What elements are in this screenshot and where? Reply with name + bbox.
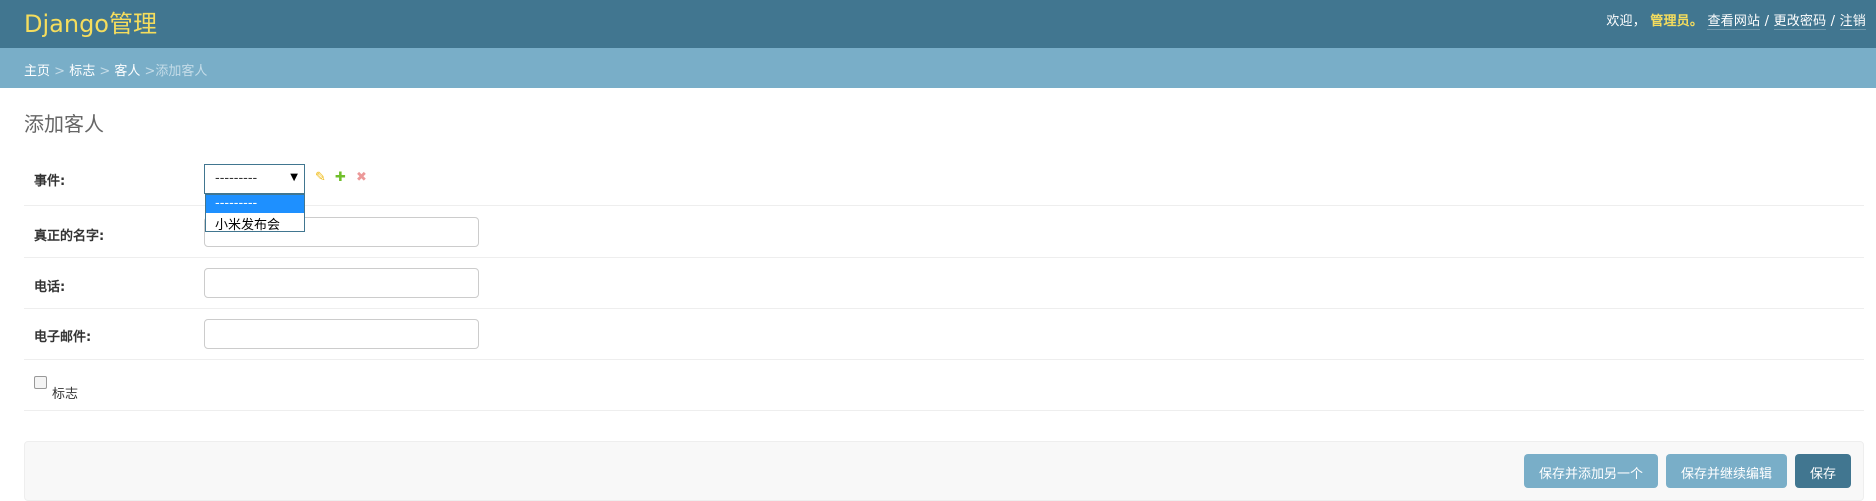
event-select[interactable]: --------- ▼ <box>204 164 305 194</box>
site-name[interactable]: Django管理 <box>24 4 157 39</box>
sign-checkbox[interactable] <box>34 376 47 389</box>
breadcrumb-separator: > <box>50 64 70 79</box>
breadcrumb-separator: > <box>95 64 115 79</box>
breadcrumb-current: 添加客人 <box>155 64 208 79</box>
email-label: 电子邮件: <box>34 330 92 345</box>
event-dropdown-list: --------- 小米发布会 <box>205 194 305 233</box>
breadcrumb-home[interactable]: 主页 <box>24 64 50 79</box>
breadcrumb: 主页 > 标志 > 客人 >添加客人 <box>0 48 1876 88</box>
pencil-icon[interactable]: ✎ <box>315 170 326 185</box>
user-tools-separator: / <box>1830 14 1840 29</box>
chevron-down-icon: ▼ <box>290 172 298 183</box>
user-tools: 欢迎， 管理员。 查看网站 / 更改密码 / 注销 <box>1606 10 1866 30</box>
header: Django管理 欢迎， 管理员。 查看网站 / 更改密码 / 注销 <box>0 0 1876 48</box>
x-icon[interactable]: ✖ <box>356 170 367 185</box>
submit-row: 保存并添加另一个 保存并继续编辑 保存 <box>24 441 1864 501</box>
welcome-text: 欢迎， <box>1606 14 1646 29</box>
event-label: 事件: <box>34 174 66 189</box>
save-continue-button[interactable]: 保存并继续编辑 <box>1666 454 1787 488</box>
form-row-sign: 标志 <box>24 360 1864 411</box>
logout-link[interactable]: 注销 <box>1839 14 1866 30</box>
change-password-link[interactable]: 更改密码 <box>1773 14 1827 30</box>
save-button[interactable]: 保存 <box>1795 454 1851 488</box>
breadcrumb-app[interactable]: 标志 <box>69 64 95 79</box>
realname-label: 真正的名字: <box>34 229 105 244</box>
plus-icon[interactable]: ✚ <box>335 170 346 185</box>
user-tools-separator: / <box>1764 14 1774 29</box>
save-add-another-button[interactable]: 保存并添加另一个 <box>1524 454 1658 488</box>
email-input[interactable] <box>204 319 479 349</box>
event-select-value: --------- <box>215 171 258 186</box>
breadcrumb-separator: > <box>140 64 156 79</box>
page-title: 添加客人 <box>24 112 104 136</box>
sign-label: 标志 <box>52 387 79 402</box>
phone-label: 电话: <box>34 280 66 295</box>
form-row-email: 电子邮件: <box>24 309 1864 360</box>
view-site-link[interactable]: 查看网站 <box>1707 14 1761 30</box>
form-row-phone: 电话: <box>24 258 1864 309</box>
username: 管理员。 <box>1650 14 1704 29</box>
phone-input[interactable] <box>204 268 479 298</box>
breadcrumb-model[interactable]: 客人 <box>114 64 140 79</box>
dropdown-option[interactable]: --------- <box>206 195 304 213</box>
dropdown-option[interactable]: 小米发布会 <box>206 213 304 233</box>
